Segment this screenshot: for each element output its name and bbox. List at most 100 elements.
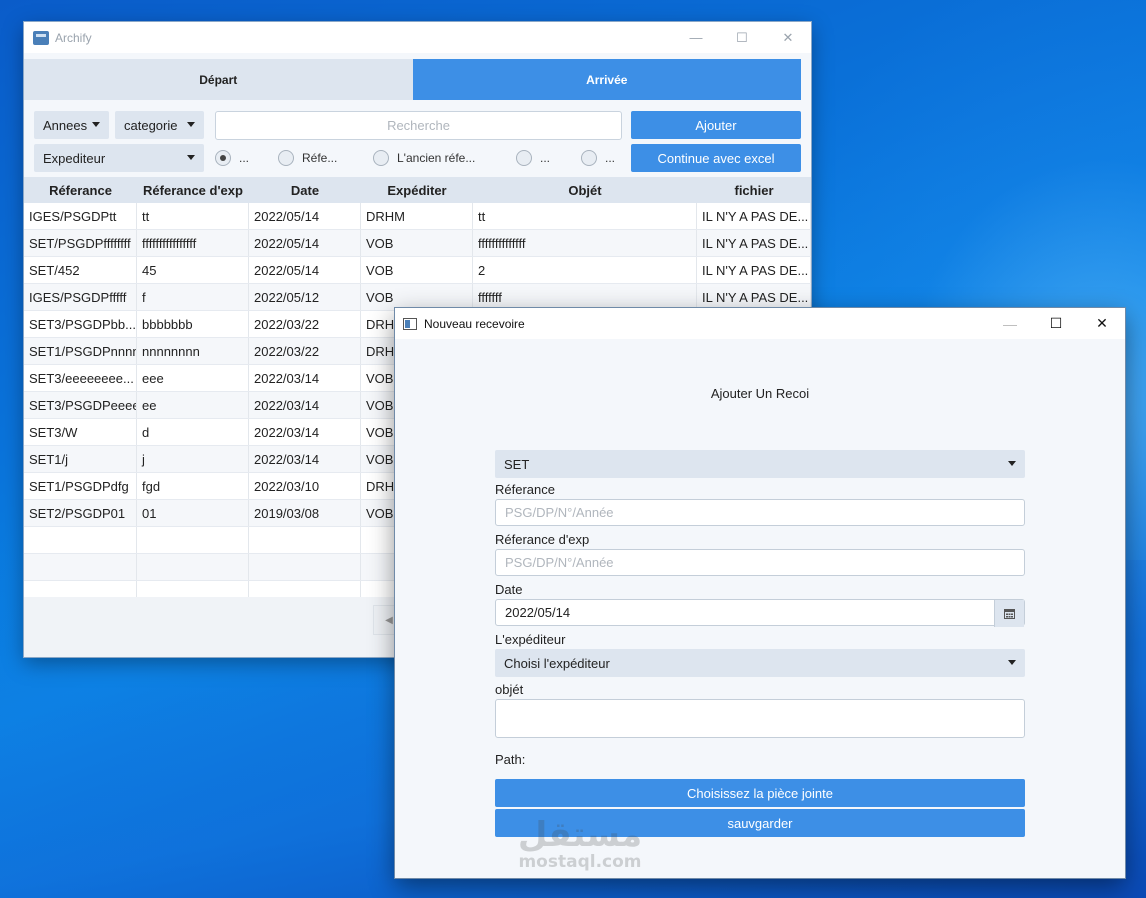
watermark-latin: mostaql.com	[518, 852, 642, 872]
years-dropdown-label: Annees	[43, 117, 88, 133]
tab-depart[interactable]: Départ	[24, 59, 413, 100]
object-label: objét	[495, 682, 524, 697]
reference-label: Réferance	[495, 482, 555, 497]
table-cell: 45	[137, 257, 249, 283]
maximize-icon[interactable]: ☐	[719, 22, 765, 53]
minimize-icon[interactable]: —	[673, 22, 719, 53]
table-cell: fffffff	[473, 284, 697, 310]
maximize-icon[interactable]: ☐	[1033, 308, 1079, 339]
sender-dropdown[interactable]: Expediteur	[34, 144, 204, 172]
category-select-value: SET	[504, 456, 530, 472]
exp-reference-input[interactable]: PSG/DP/N°/Année	[495, 549, 1025, 576]
watermark-arabic: مستقل	[517, 815, 643, 855]
attach-file-button[interactable]: Choisissez la pièce jointe	[495, 779, 1025, 807]
column-header[interactable]: Expéditer	[361, 177, 473, 203]
table-cell: nnnnnnnn	[137, 338, 249, 364]
radio-icon	[373, 150, 389, 166]
column-header[interactable]: Réferance d'exp	[137, 177, 249, 203]
close-icon[interactable]: ✕	[1079, 308, 1125, 339]
table-cell: f	[137, 284, 249, 310]
radio-option-2[interactable]: Réfe...	[278, 147, 337, 169]
tab-arrivee[interactable]: Arrivée	[412, 59, 801, 100]
table-cell: IGES/PSGDPfffff	[24, 284, 137, 310]
table-cell: 2022/05/14	[249, 230, 361, 256]
table-cell: SET1/PSGDPnnnn	[24, 338, 137, 364]
caret-down-icon	[187, 122, 195, 127]
table-cell: 2022/05/12	[249, 284, 361, 310]
table-cell: VOB	[361, 257, 473, 283]
table-cell: SET/452	[24, 257, 137, 283]
table-cell: SET1/PSGDPdfg	[24, 473, 137, 499]
table-cell	[137, 554, 249, 580]
caret-down-icon	[187, 155, 195, 160]
calendar-icon[interactable]	[994, 600, 1024, 627]
tab-bar: Départ Arrivée	[24, 59, 811, 100]
column-header[interactable]: fichier	[697, 177, 811, 203]
search-input[interactable]: Recherche	[215, 111, 622, 140]
object-textarea[interactable]	[495, 699, 1025, 738]
table-cell: 2019/03/08	[249, 500, 361, 526]
add-button[interactable]: Ajouter	[631, 111, 801, 139]
watermark-logo: مستقل mostaql.com	[505, 818, 655, 878]
titlebar: Archify — ☐ ✕	[24, 22, 811, 53]
table-cell: SET3/PSGDPeeee	[24, 392, 137, 418]
table-cell: 2022/05/14	[249, 257, 361, 283]
category-select[interactable]: SET	[495, 450, 1025, 478]
category-dropdown[interactable]: categorie	[115, 111, 204, 139]
radio-option-1[interactable]: ...	[215, 147, 249, 169]
years-dropdown[interactable]: Annees	[34, 111, 109, 139]
dialog-title: Nouveau recevoire	[424, 316, 525, 331]
table-cell	[137, 581, 249, 597]
table-row[interactable]: SET/452 45 2022/05/14 VOB 2 IL N'Y A PAS DE..…	[24, 257, 811, 284]
table-cell: SET3/W	[24, 419, 137, 445]
sender-select[interactable]: Choisi l'expéditeur	[495, 649, 1025, 677]
close-icon[interactable]: ✕	[765, 22, 811, 53]
radio-label: Réfe...	[302, 151, 338, 165]
radio-option-5[interactable]: ...	[581, 147, 615, 169]
excel-button[interactable]: Continue avec excel	[631, 144, 801, 172]
radio-label: ...	[540, 151, 551, 165]
table-row[interactable]: IGES/PSGDPtt tt 2022/05/14 DRHM tt IL N'Y A P…	[24, 203, 811, 230]
minimize-icon[interactable]: —	[987, 308, 1033, 339]
table-cell: 2022/03/22	[249, 338, 361, 364]
radio-selected-icon	[215, 150, 231, 166]
date-picker[interactable]: 2022/05/14	[495, 599, 1025, 627]
table-cell: 2022/05/14	[249, 203, 361, 229]
table-cell: 01	[137, 500, 249, 526]
table-cell: DRHM	[361, 203, 473, 229]
table-cell: j	[137, 446, 249, 472]
table-cell: IL N'Y A PAS DE...	[697, 203, 811, 229]
dialog-window-controls: — ☐ ✕	[987, 308, 1125, 339]
table-cell	[249, 581, 361, 597]
table-cell: eee	[137, 365, 249, 391]
sender-select-value: Choisi l'expéditeur	[504, 655, 610, 671]
radio-icon	[581, 150, 597, 166]
window-controls: — ☐ ✕	[673, 22, 811, 53]
caret-down-icon	[1008, 660, 1016, 665]
table-cell: 2022/03/14	[249, 392, 361, 418]
table-row[interactable]: SET/PSGDPffffffff ffffffffffffffff 2022/05…	[24, 230, 811, 257]
radio-option-4[interactable]: ...	[516, 147, 550, 169]
table-cell: tt	[473, 203, 697, 229]
radio-icon	[516, 150, 532, 166]
dialog-heading: Ajouter Un Recoi	[710, 386, 810, 401]
column-header[interactable]: Réferance	[24, 177, 137, 203]
new-receipt-dialog: Nouveau recevoire — ☐ ✕ Ajouter Un Recoi…	[395, 308, 1125, 878]
exp-reference-label: Réferance d'exp	[495, 532, 590, 547]
sender-label: L'expéditeur	[495, 632, 566, 647]
table-cell: ffffffffffffff	[473, 230, 697, 256]
table-row[interactable]: IGES/PSGDPfffff f 2022/05/12 VOB fffffff IL N…	[24, 284, 811, 311]
table-cell: SET3/PSGDPbb...	[24, 311, 137, 337]
radio-option-3[interactable]: L'ancien réfe...	[373, 147, 475, 169]
table-cell	[137, 527, 249, 553]
table-cell: bbbbbbb	[137, 311, 249, 337]
column-header[interactable]: Objét	[473, 177, 697, 203]
table-cell: tt	[137, 203, 249, 229]
table-cell	[249, 554, 361, 580]
radio-icon	[278, 150, 294, 166]
table-cell: ffffffffffffffff	[137, 230, 249, 256]
table-cell: 2022/03/14	[249, 446, 361, 472]
date-label: Date	[495, 582, 523, 597]
reference-input[interactable]: PSG/DP/N°/Année	[495, 499, 1025, 526]
column-header[interactable]: Date	[249, 177, 361, 203]
